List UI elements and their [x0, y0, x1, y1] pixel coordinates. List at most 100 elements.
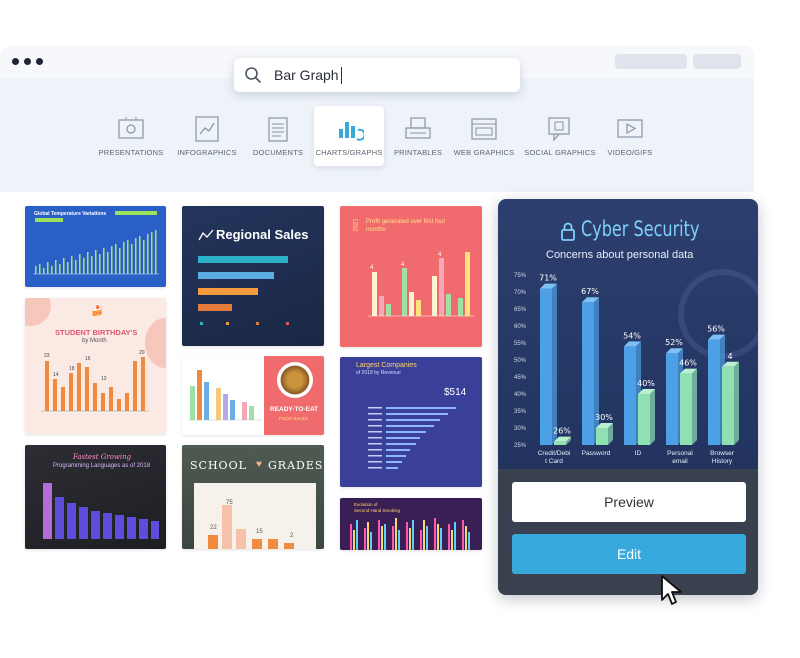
chart-value-label: 30%	[595, 413, 613, 422]
y-tick-label: 55%	[514, 341, 527, 347]
legend-swatch	[35, 218, 63, 222]
category-documents[interactable]: DOCUMENTS	[242, 106, 314, 166]
category-charts-graphs[interactable]: CHARTS/GRAPHS	[314, 106, 384, 166]
template-title: Fastest Growing	[73, 453, 132, 461]
preview-button[interactable]: Preview	[512, 482, 746, 522]
chart-bar	[638, 394, 650, 445]
search-input[interactable]: Bar Graph	[274, 67, 339, 83]
toolbar-placeholder	[615, 54, 687, 69]
data-label: 4	[370, 265, 374, 271]
trend-icon	[198, 229, 214, 241]
template-chart-thumbnail	[198, 256, 289, 325]
apple-icon: ♥	[256, 459, 262, 470]
template-title: READY-TO-EAT	[270, 406, 319, 413]
template-card-school-grades[interactable]: SCHOOL ♥ GRADES 75 22 15 2	[182, 445, 324, 549]
y-tick-label: 45%	[514, 375, 527, 381]
y-tick-label: 65%	[514, 307, 527, 313]
chart-bar	[666, 353, 678, 445]
chart-bar	[680, 373, 692, 445]
template-card-fastest-growing[interactable]: Fastest Growing Programming Languages as…	[25, 445, 166, 549]
search-bar[interactable]: Bar Graph	[234, 58, 520, 92]
document-icon	[268, 117, 288, 142]
template-chart-thumbnail	[368, 407, 456, 469]
video-icon	[617, 119, 643, 138]
y-tick-label: 50%	[514, 358, 527, 364]
data-label: 18	[69, 366, 75, 372]
y-tick-label: 60%	[514, 324, 527, 330]
template-card-second-hand-smoking[interactable]: Evolution of Second Hand Smoking	[340, 498, 482, 550]
decor-blob	[25, 298, 51, 326]
template-title: Global Temperature Variations	[34, 211, 107, 217]
chart-bar	[708, 339, 720, 445]
x-tick-label: t Card	[545, 458, 563, 465]
template-card-profit[interactable]: Profit generated over first four months …	[340, 206, 482, 347]
category-label: PRINTABLES	[393, 148, 443, 157]
data-label: 12	[101, 376, 107, 382]
data-label: 4	[438, 252, 442, 258]
presentation-icon	[118, 117, 144, 139]
category-infographics[interactable]: INFOGRAPHICS	[171, 106, 243, 166]
y-tick-label: 70%	[514, 290, 527, 296]
x-tick-label: History	[712, 458, 733, 465]
template-subtitle: of 2019 by Revenue	[356, 370, 401, 376]
printer-icon	[405, 117, 431, 139]
chart-bar-side	[650, 389, 655, 445]
window-dot-icon[interactable]	[24, 58, 31, 65]
x-tick-label: Credit/Debi	[538, 450, 571, 457]
y-tick-label: 35%	[514, 409, 527, 415]
category-label: WEB GRAPHICS	[453, 148, 515, 157]
category-video-gifs[interactable]: VIDEO/GIFS	[594, 106, 666, 166]
template-title: STUDENT BIRTHDAY'S	[55, 328, 138, 337]
category-presentations[interactable]: PRESENTATIONS	[95, 106, 167, 166]
chart-value-label: 54%	[623, 331, 641, 340]
chart-value-label: 40%	[637, 379, 655, 388]
template-card-largest-companies[interactable]: Largest Companies of 2019 by Revenue $51…	[340, 357, 482, 487]
template-chart-thumbnail	[33, 230, 159, 275]
app-window: Bar Graph PRESENTATIONS INFOGRAPHICS DOC…	[0, 46, 754, 192]
category-label: SOCIAL GRAPHICS	[524, 148, 596, 157]
category-social-graphics[interactable]: SOCIAL GRAPHICS	[524, 106, 596, 166]
template-card-student-birthdays[interactable]: 🍰 STUDENT BIRTHDAY'S by Month 23 14 18 1…	[25, 298, 166, 434]
text-caret	[340, 66, 342, 84]
data-label: 75	[226, 500, 233, 506]
data-label: 2	[290, 533, 294, 539]
y-tick-label: 75%	[514, 273, 527, 279]
window-dot-icon[interactable]	[36, 58, 43, 65]
food-bowl-image	[277, 362, 313, 398]
revenue-value: $514	[444, 387, 467, 398]
category-label: PRESENTATIONS	[98, 148, 164, 157]
data-label: 14	[53, 372, 59, 378]
data-label: 15	[256, 529, 263, 535]
category-label: CHARTS/GRAPHS	[315, 148, 383, 157]
infographic-icon	[195, 116, 219, 142]
mouse-cursor-icon	[661, 575, 682, 605]
template-chart-thumbnail	[368, 252, 474, 317]
chart-bar-side	[692, 368, 697, 445]
category-printables[interactable]: PRINTABLES	[382, 106, 454, 166]
chart-value-label: 4	[727, 352, 732, 361]
cake-icon: 🍰	[91, 306, 104, 317]
template-card-ready-to-eat[interactable]: READY-TO-EAT FOOD SALES	[182, 356, 324, 435]
y-tick-label: 40%	[514, 392, 527, 398]
featured-template-cyber-security[interactable]: Cyber Security Concerns about personal d…	[498, 199, 758, 595]
chart-bar-side	[734, 361, 739, 445]
template-card-regional-sales[interactable]: Regional Sales	[182, 206, 324, 346]
template-subtitle: Programming Languages as of 2018	[53, 463, 151, 469]
category-web-graphics[interactable]: WEB GRAPHICS	[448, 106, 520, 166]
web-graphic-icon	[471, 118, 497, 140]
template-chart-thumbnail	[208, 505, 294, 549]
chart-bar	[554, 441, 566, 445]
chart-value-label: 52%	[665, 338, 683, 347]
edit-button[interactable]: Edit	[512, 534, 746, 574]
legend-swatch	[115, 211, 157, 215]
template-subtitle: by Month	[82, 338, 107, 344]
template-subtitle: Second Hand Smoking	[354, 508, 401, 513]
x-tick-label: Browser	[710, 450, 735, 457]
chart-value-label: 71%	[539, 274, 557, 283]
data-label: 20	[139, 350, 145, 356]
template-title: SCHOOL	[190, 459, 247, 472]
x-tick-label: Personal	[667, 450, 693, 457]
window-dot-icon[interactable]	[12, 58, 19, 65]
y-tick-label: 25%	[514, 443, 527, 449]
template-card-global-temperature[interactable]: Global Temperature Variations	[25, 206, 166, 287]
